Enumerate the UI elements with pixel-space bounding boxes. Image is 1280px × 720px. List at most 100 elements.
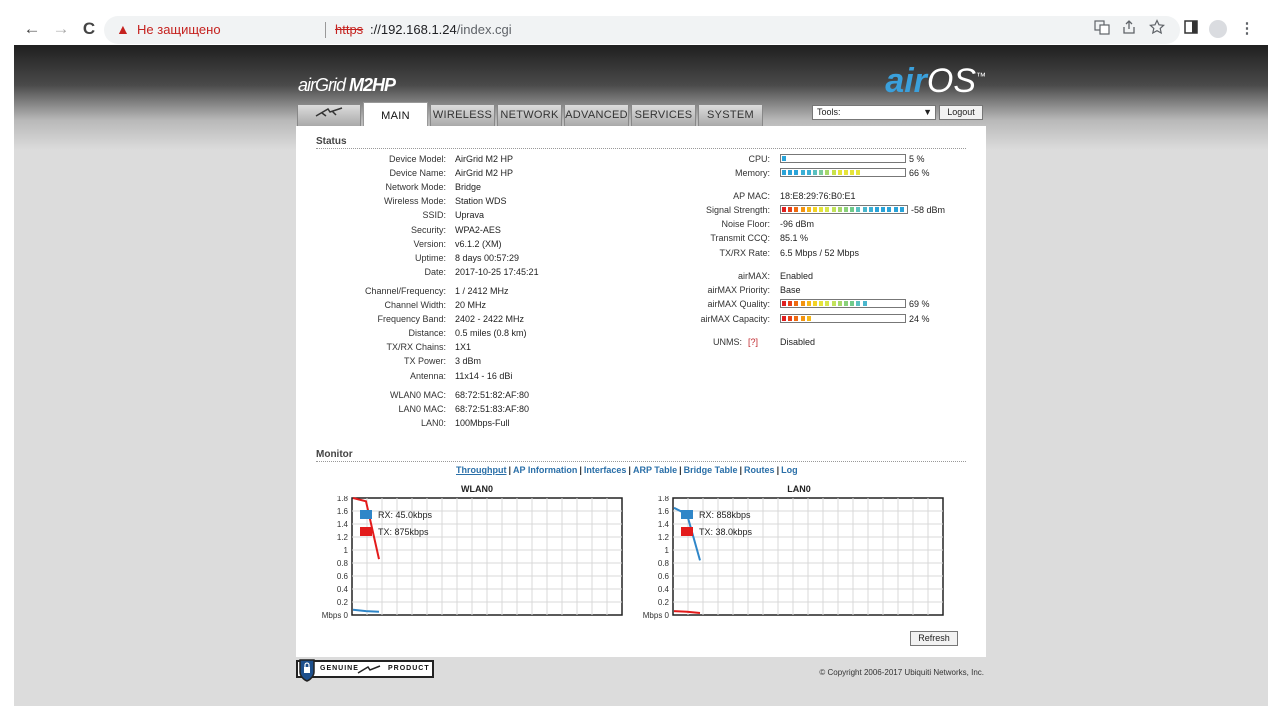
bar-segment	[813, 301, 817, 306]
logout-button[interactable]: Logout	[939, 105, 983, 120]
tab-ubiquiti-logo[interactable]	[297, 104, 361, 126]
y-tick-label: 0.6	[658, 572, 670, 581]
status-label: airMAX Priority:	[707, 285, 770, 295]
tab-advanced[interactable]: ADVANCED	[564, 104, 629, 126]
monitor-link-log[interactable]: Log	[781, 465, 798, 475]
status-value: 2017-10-25 17:45:21	[455, 267, 539, 277]
bar-segment	[875, 207, 879, 212]
unms-help-link[interactable]: [?]	[748, 336, 770, 348]
airos-logo: airOS™	[885, 62, 986, 101]
bar-segment	[893, 207, 898, 212]
monitor-link-interfaces[interactable]: Interfaces	[584, 465, 627, 475]
address-separator	[325, 22, 326, 38]
status-label: Network Mode:	[385, 182, 446, 192]
side-panel-icon[interactable]	[1181, 19, 1201, 39]
status-value: 6.5 Mbps / 52 Mbps	[780, 248, 860, 258]
y-tick-label: 1.2	[658, 533, 670, 542]
reload-icon[interactable]: C	[79, 19, 99, 39]
share-icon[interactable]	[1119, 19, 1139, 39]
status-value: 11x14 - 16 dBi	[455, 371, 513, 381]
link-separator: |	[679, 465, 682, 475]
legend-label: RX: 45.0kbps	[378, 510, 433, 520]
url-host: ://192.168.1.24	[370, 22, 457, 37]
wlan0-chart-title: WLAN0	[461, 484, 493, 494]
monitor-link-ap-information[interactable]: AP Information	[513, 465, 577, 475]
status-row-airmax-priority: airMAX Priority: Base	[636, 284, 966, 296]
bar-segment	[794, 316, 799, 321]
tab-main[interactable]: MAIN	[363, 102, 428, 126]
bar-segment	[844, 301, 848, 306]
tab-wireless[interactable]: WIRELESS	[430, 104, 495, 126]
airos-suffix: OS	[926, 62, 976, 100]
translate-icon[interactable]	[1092, 19, 1112, 39]
refresh-button[interactable]: Refresh	[910, 631, 958, 646]
status-value: 1X1	[455, 342, 472, 352]
url-path: /index.cgi	[456, 22, 512, 37]
bar-segment	[862, 301, 867, 306]
status-label: WLAN0 MAC:	[389, 390, 446, 400]
status-row-tx-rx-chains: TX/RX Chains: 1X1	[296, 341, 596, 353]
bar-segment	[782, 301, 786, 306]
address-bar[interactable]: ▲ Не защищено https ://192.168.1.24/inde…	[104, 16, 1180, 44]
bar-segment	[794, 207, 799, 212]
more-menu-icon[interactable]: ⋮	[1237, 19, 1257, 39]
status-label: Antenna:	[409, 371, 446, 381]
status-label: airMAX Capacity:	[700, 314, 770, 324]
status-row-network-mode: Network Mode: Bridge	[296, 181, 596, 193]
status-value: 2402 - 2422 MHz	[455, 314, 525, 324]
status-value: 68:72:51:83:AF:80	[455, 404, 530, 414]
bar-segment	[868, 207, 873, 212]
y-tick-label: 1.8	[337, 496, 349, 503]
tab-system[interactable]: SYSTEM	[698, 104, 763, 126]
y-tick-label: 0.4	[658, 585, 670, 594]
monitor-link-bridge-table[interactable]: Bridge Table	[684, 465, 738, 475]
tab-network[interactable]: NETWORK	[497, 104, 562, 126]
bar-segment	[850, 207, 855, 212]
security-label[interactable]: Не защищено	[137, 22, 221, 37]
status-value: WPA2-AES	[455, 225, 501, 235]
forward-icon[interactable]: →	[51, 19, 71, 39]
bookmark-star-icon[interactable]	[1147, 19, 1167, 39]
monitor-link-arp-table[interactable]: ARP Table	[633, 465, 677, 475]
airos-interface: airGrid M2HP airOS™ MAIN WIRELESS NETWOR…	[296, 60, 986, 700]
monitor-link-routes[interactable]: Routes	[744, 465, 775, 475]
bar-segment	[788, 170, 793, 175]
status-label: Device Name:	[389, 168, 446, 178]
status-label: UNMS:	[713, 337, 742, 347]
legend-label: RX: 858kbps	[699, 510, 751, 520]
warning-icon[interactable]: ▲	[116, 21, 130, 37]
tab-services[interactable]: SERVICES	[631, 104, 696, 126]
monitor-link-throughput[interactable]: Throughput	[456, 465, 506, 475]
status-label: TX Power:	[403, 356, 446, 366]
url-text: ://192.168.1.24/index.cgi	[370, 22, 512, 37]
bar-segment	[831, 207, 836, 212]
status-label: SSID:	[422, 210, 446, 220]
level-bar-memory	[780, 168, 906, 177]
status-label: Signal Strength:	[705, 205, 770, 215]
status-label: TX/RX Rate:	[719, 248, 770, 258]
y-tick-label: 1.6	[658, 507, 670, 516]
bar-segment	[782, 156, 786, 161]
back-icon[interactable]: ←	[22, 19, 42, 39]
status-row-ssid: SSID: Uprava	[296, 209, 596, 221]
brand-prefix: air	[298, 75, 316, 95]
product-text: PRODUCT	[388, 665, 430, 672]
status-title: Status	[316, 136, 347, 147]
status-value: 5 %	[909, 154, 925, 164]
status-value: -58 dBm	[911, 205, 946, 215]
level-bar-airmax-quality	[780, 299, 906, 308]
y-tick-label: 0.4	[337, 585, 349, 594]
profile-avatar-icon[interactable]	[1209, 20, 1227, 38]
status-label: AP MAC:	[733, 191, 770, 201]
bar-segment	[837, 170, 842, 175]
bar-segment	[806, 170, 811, 175]
lan0-chart-title: LAN0	[787, 484, 811, 494]
genuine-product-badge: GENUINE PRODUCT	[296, 658, 434, 682]
status-row-device-model: Device Model: AirGrid M2 HP	[296, 153, 596, 165]
legend-label: TX: 38.0kbps	[699, 527, 753, 537]
y-tick-label: 0.8	[337, 559, 349, 568]
status-label: Uptime:	[414, 253, 446, 263]
tools-select[interactable]: Tools: ▼	[812, 105, 936, 120]
status-row-cpu: CPU: 5 %	[636, 153, 966, 165]
bar-segment	[819, 207, 824, 212]
